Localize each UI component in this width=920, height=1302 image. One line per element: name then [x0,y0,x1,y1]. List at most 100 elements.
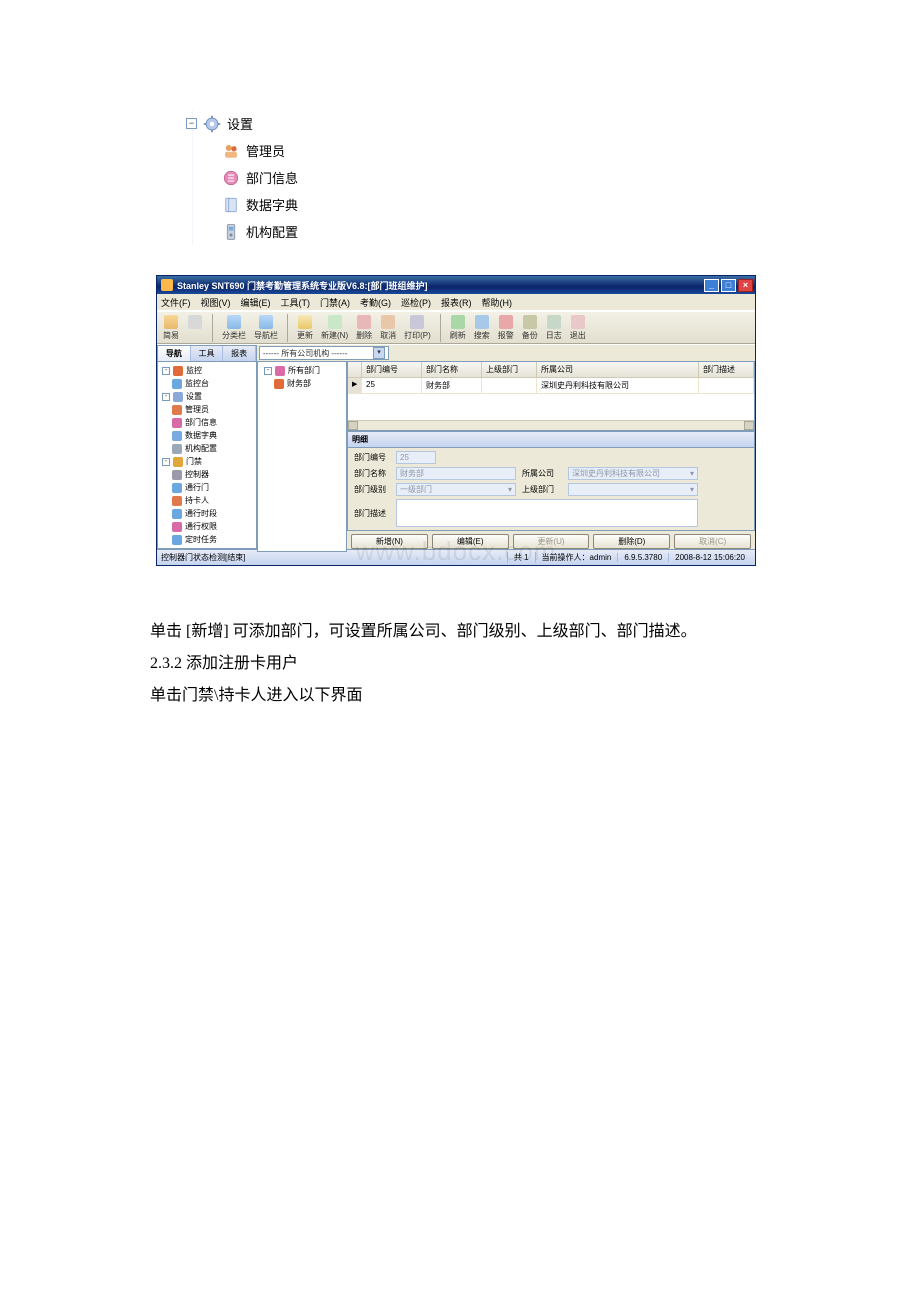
nav-item-label: 数据字典 [185,430,217,441]
btn-edit[interactable]: 编辑(E) [432,534,509,549]
tb-alarm[interactable]: 报警 [496,314,516,342]
grid-col-no[interactable]: 部门编号 [362,362,422,378]
nav-item[interactable]: 监控台 [158,377,256,390]
nav-item[interactable]: 控制器 [158,468,256,481]
tb-backup[interactable]: 备份 [520,314,540,342]
menu-file[interactable]: 文件(F) [161,296,191,309]
nav-item-icon [172,496,182,506]
nav-item[interactable]: 机构配置 [158,442,256,455]
close-button[interactable]: × [738,279,753,292]
btn-delete[interactable]: 删除(D) [593,534,670,549]
nav-item-label: 控制器 [185,469,209,480]
inp-dept-level[interactable]: 一级部门▾ [396,483,516,496]
tb-print[interactable]: 打印(P) [402,314,433,342]
tree-node-orgconf[interactable]: 机构配置 [180,218,350,245]
btn-add[interactable]: 新增(N) [351,534,428,549]
grid-col-desc[interactable]: 部门描述 [699,362,754,378]
tab-nav[interactable]: 导航 [158,346,191,361]
tb-refresh[interactable]: 刷新 [448,314,468,342]
tb-simple[interactable]: 简易 [161,314,181,342]
minimize-button[interactable]: _ [704,279,719,292]
nav-item-icon [172,483,182,493]
scroll-left-icon[interactable] [348,421,358,430]
nav-item-label: 监控台 [185,378,209,389]
menu-patrol[interactable]: 巡检(P) [401,296,431,309]
nav-item[interactable]: -门禁 [158,455,256,468]
folder-icon [274,379,284,389]
nav-item[interactable]: 数据字典 [158,429,256,442]
dept-grid: 部门编号 部门名称 上级部门 所属公司 部门描述 ▶ 25 财务部 [347,361,755,431]
menu-access[interactable]: 门禁(A) [320,296,350,309]
nav-item[interactable]: 刷卡记录 [158,546,256,548]
chevron-down-icon: ▾ [508,485,512,494]
toggle-icon[interactable]: - [162,367,170,375]
nav-item[interactable]: -监控 [158,364,256,377]
company-combo[interactable]: ------ 所有公司机构 ------ ▾ [259,346,389,360]
inp-dept-name[interactable]: 财务部 [396,467,516,480]
button-bar: 新增(N) 编辑(E) 更新(U) 删除(D) 取消(C) [347,531,755,552]
menu-attendance[interactable]: 考勤(G) [360,296,391,309]
tb-exit[interactable]: 退出 [568,314,588,342]
toggle-icon[interactable]: - [162,458,170,466]
nav-item-label: 通行时段 [185,508,217,519]
tb-log[interactable]: 日志 [544,314,564,342]
menu-report[interactable]: 报表(R) [441,296,472,309]
nav-item[interactable]: -设置 [158,390,256,403]
nav-item[interactable]: 管理员 [158,403,256,416]
dept-root[interactable]: - 所有部门 [260,364,344,377]
menu-tools[interactable]: 工具(T) [281,296,311,309]
inp-parent[interactable]: ▾ [568,483,698,496]
scroll-right-icon[interactable] [744,421,754,430]
tree-node-dict[interactable]: 数据字典 [180,191,350,218]
nav-item[interactable]: 通行门 [158,481,256,494]
menu-help[interactable]: 帮助(H) [482,296,513,309]
tab-tools[interactable]: 工具 [191,346,224,361]
nav-item-label: 持卡人 [185,495,209,506]
tb-search[interactable]: 搜索 [472,314,492,342]
btn-cancel[interactable]: 取消(C) [674,534,751,549]
tb-delete[interactable]: 删除 [354,314,374,342]
doc-p2: 2.3.2 添加注册卡用户 [150,648,770,680]
nav-item-label: 机构配置 [185,443,217,454]
maximize-button[interactable]: □ [721,279,736,292]
status-count: 共 1 [507,552,535,563]
grid-hscrollbar[interactable] [348,420,754,430]
nav-item[interactable]: 通行时段 [158,507,256,520]
dept-tree: - 所有部门 财务部 [257,361,347,552]
grid-col-parent[interactable]: 上级部门 [482,362,537,378]
nav-tree: -监控监控台-设置管理员部门信息数据字典机构配置-门禁控制器通行门持卡人通行时段… [158,362,256,548]
grid-col-company[interactable]: 所属公司 [537,362,699,378]
nav-item[interactable]: 持卡人 [158,494,256,507]
inp-company[interactable]: 深圳史丹利科技有限公司▾ [568,467,698,480]
tab-report[interactable]: 报表 [223,346,256,361]
tb-nav[interactable]: 导航栏 [252,314,280,342]
doc-body: 单击 [新增] 可添加部门，可设置所属公司、部门级别、上级部门、部门描述。 2.… [150,616,770,712]
tree-node-settings[interactable]: − 设置 [180,110,350,137]
nav-item[interactable]: 通行权限 [158,520,256,533]
tree-node-admin[interactable]: 管理员 [180,137,350,164]
toggle-icon[interactable]: - [162,393,170,401]
collapse-icon[interactable]: − [186,118,197,129]
collapse-icon[interactable]: - [264,367,272,375]
nav-item-icon [172,548,182,549]
lbl-parent: 上级部门 [522,484,562,495]
tb-cancel[interactable]: 取消 [378,314,398,342]
menu-view[interactable]: 视图(V) [201,296,231,309]
btn-update[interactable]: 更新(U) [513,534,590,549]
nav-item-icon [173,457,183,467]
nav-item[interactable]: 部门信息 [158,416,256,429]
inp-desc[interactable] [396,499,698,527]
folder-icon [275,366,285,376]
tb-category[interactable]: 分类栏 [220,314,248,342]
tb-new[interactable]: 新建(N) [319,314,350,342]
tb-blank[interactable] [185,314,205,331]
app-window: Stanley SNT690 门禁考勤管理系统专业版V6.8:[部门班组维护] … [156,275,756,566]
nav-item[interactable]: 定时任务 [158,533,256,546]
dept-child[interactable]: 财务部 [260,377,344,390]
grid-row[interactable]: ▶ 25 财务部 深圳史丹利科技有限公司 [348,378,754,394]
menu-edit[interactable]: 编辑(E) [241,296,271,309]
tb-update[interactable]: 更新 [295,314,315,342]
grid-col-name[interactable]: 部门名称 [422,362,482,378]
inp-dept-no[interactable]: 25 [396,451,436,464]
tree-node-dept[interactable]: 部门信息 [180,164,350,191]
